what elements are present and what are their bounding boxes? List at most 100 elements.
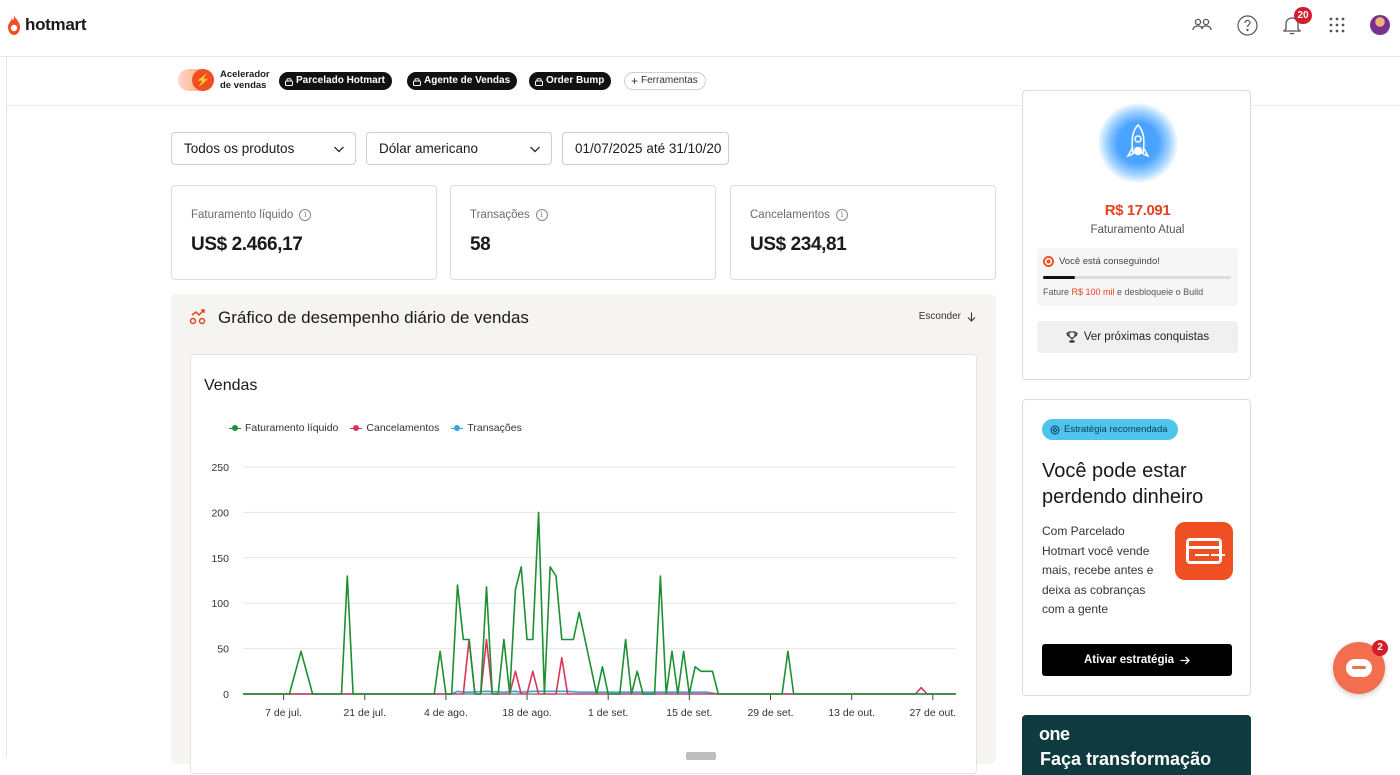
section-title: Gráfico de desempenho diário de vendas xyxy=(218,308,529,327)
strategy-card: Estratégia recomendada Você pode estar p… xyxy=(1022,399,1251,696)
notification-count: 20 xyxy=(1294,7,1312,24)
arrow-right-icon xyxy=(1180,656,1190,664)
chip-agente-de-vendas[interactable]: Agente de Vendas xyxy=(407,72,518,90)
y-tick-label: 250 xyxy=(211,462,229,474)
strategy-tag-label: Estratégia recomendada xyxy=(1064,424,1168,435)
left-rail xyxy=(0,57,7,757)
goal-progress-track xyxy=(1043,276,1231,279)
goal-note-suffix: e desbloqueie o Build xyxy=(1114,287,1204,297)
x-tick-label: 29 de set. xyxy=(747,707,793,719)
series-line xyxy=(243,638,956,695)
x-tick-label: 18 de ago. xyxy=(502,707,552,719)
lightning-icon: ⚡ xyxy=(192,69,214,91)
info-icon[interactable]: i xyxy=(299,209,312,221)
brand-name: hotmart xyxy=(25,15,87,34)
activate-strategy-button[interactable]: Ativar estratégia xyxy=(1042,644,1232,676)
y-tick-label: 150 xyxy=(211,553,229,565)
toggle-switch[interactable]: ⚡ xyxy=(178,69,214,91)
hide-label: Esconder xyxy=(918,311,961,322)
product-select-value: Todos os produtos xyxy=(184,141,295,156)
next-achievements-label: Ver próximas conquistas xyxy=(1083,331,1210,343)
date-range-value: 01/07/2025 até 31/10/20 xyxy=(575,141,722,156)
tools-button[interactable]: + Ferramentas xyxy=(624,72,706,90)
kpi-net-revenue: Faturamento líquido i US$ 2.466,17 xyxy=(171,185,437,280)
y-tick-label: 200 xyxy=(211,507,229,519)
chip-order-bump[interactable]: Order Bump xyxy=(529,72,612,90)
x-tick-label: 27 de out. xyxy=(909,707,956,719)
chevron-down-icon xyxy=(530,146,540,153)
kpi-value: 58 xyxy=(470,234,491,255)
current-revenue-value: R$ 17.091 xyxy=(1104,202,1171,219)
currency-select[interactable]: Dólar americano xyxy=(366,132,552,165)
strategy-icon xyxy=(1050,425,1060,434)
x-tick-label: 21 de jul. xyxy=(343,707,386,719)
target-icon xyxy=(1043,256,1054,267)
top-bar: hotmart 20 xyxy=(0,0,1400,57)
bell-icon[interactable]: 20 xyxy=(1281,7,1312,36)
sales-chart-card: Vendas Faturamento líquido Cancelamentos… xyxy=(190,354,977,774)
chip-label: Agente de Vendas xyxy=(424,75,511,86)
x-tick-label: 15 de set. xyxy=(666,707,712,719)
accelerator-label: Acelerador de vendas xyxy=(220,69,270,91)
kpi-label: Cancelamentos xyxy=(750,209,830,221)
promo-subtitle: Faça transformação xyxy=(1040,749,1212,769)
flame-icon xyxy=(8,15,20,35)
info-icon[interactable]: i xyxy=(835,209,848,221)
kpi-value: US$ 2.466,17 xyxy=(191,234,303,255)
chip-label: Order Bump xyxy=(546,75,605,86)
growth-chart-icon xyxy=(189,309,206,325)
help-icon[interactable] xyxy=(1236,14,1258,36)
tools-label: Ferramentas xyxy=(641,75,698,86)
credit-card-icon xyxy=(1175,522,1233,580)
chip-parcelado-hotmart[interactable]: Parcelado Hotmart xyxy=(279,72,392,90)
y-tick-label: 50 xyxy=(217,644,229,656)
lock-icon xyxy=(285,77,293,86)
x-tick-label: 7 de jul. xyxy=(265,707,302,719)
goal-note-prefix: Fature xyxy=(1043,287,1072,297)
strategy-tag: Estratégia recomendada xyxy=(1042,419,1178,440)
hotmart-logo[interactable]: hotmart xyxy=(6,14,86,36)
goal-card: R$ 17.091 Faturamento Atual Você está co… xyxy=(1022,90,1251,380)
kpi-cancellations: Cancelamentos i US$ 234,81 xyxy=(730,185,996,280)
hotmart-one-promo[interactable]: one Faça transformação xyxy=(1022,715,1251,775)
user-avatar[interactable] xyxy=(1370,15,1390,35)
chip-label: Parcelado Hotmart xyxy=(296,75,385,86)
plus-icon: + xyxy=(631,74,639,88)
daily-performance-section: Gráfico de desempenho diário de vendas E… xyxy=(171,294,996,774)
date-range-input[interactable]: 01/07/2025 até 31/10/20 xyxy=(562,132,729,165)
activate-strategy-label: Ativar estratégia xyxy=(1083,654,1175,666)
y-tick-label: 0 xyxy=(223,689,229,701)
lock-icon xyxy=(413,77,421,86)
goal-progress-fill xyxy=(1043,276,1075,279)
currency-select-value: Dólar americano xyxy=(379,141,479,156)
next-achievements-button[interactable]: Ver próximas conquistas xyxy=(1037,321,1238,353)
goal-progress-box: Você está conseguindo! Fature R$ 100 mil… xyxy=(1037,248,1238,306)
rocket-icon xyxy=(1126,123,1150,158)
chat-unread-badge: 2 xyxy=(1372,640,1388,656)
strategy-title: Você pode estar perdendo dinheiro xyxy=(1042,460,1204,508)
kpi-label: Faturamento líquido xyxy=(191,209,294,221)
progress-title: Você está conseguindo! xyxy=(1059,256,1160,267)
trophy-icon xyxy=(1066,331,1078,343)
x-tick-label: 13 de out. xyxy=(828,707,875,719)
accelerator-toggle[interactable]: ⚡ Acelerador de vendas xyxy=(178,69,275,91)
strategy-text: Com Parcelado Hotmart você vende mais, r… xyxy=(1042,524,1154,616)
one-logo: one xyxy=(1039,724,1070,744)
goal-note-highlight: R$ 100 mil xyxy=(1071,287,1115,297)
apps-grid-icon[interactable] xyxy=(1326,14,1348,36)
arrow-down-icon xyxy=(967,312,976,322)
y-tick-label: 100 xyxy=(211,598,229,610)
goal-note: Fature R$ 100 mil e desbloqueie o Build xyxy=(1043,287,1203,297)
rocket-badge xyxy=(1098,103,1178,183)
sales-line-chart[interactable]: 0 50 100 150 200 250 7 de jul. 21 de jul. 4 de a… xyxy=(191,355,976,735)
hide-button[interactable]: Esconder xyxy=(919,311,976,322)
x-tick-label: 1 de set. xyxy=(588,707,628,719)
chat-icon xyxy=(1346,659,1372,677)
current-revenue-label: Faturamento Atual xyxy=(1090,224,1185,236)
kpi-value: US$ 234,81 xyxy=(750,234,847,255)
info-icon[interactable]: i xyxy=(535,209,548,221)
chart-scroll-handle[interactable] xyxy=(686,752,716,760)
team-icon[interactable] xyxy=(1191,14,1213,36)
product-select[interactable]: Todos os produtos xyxy=(171,132,356,165)
kpi-transactions: Transações i 58 xyxy=(450,185,716,280)
